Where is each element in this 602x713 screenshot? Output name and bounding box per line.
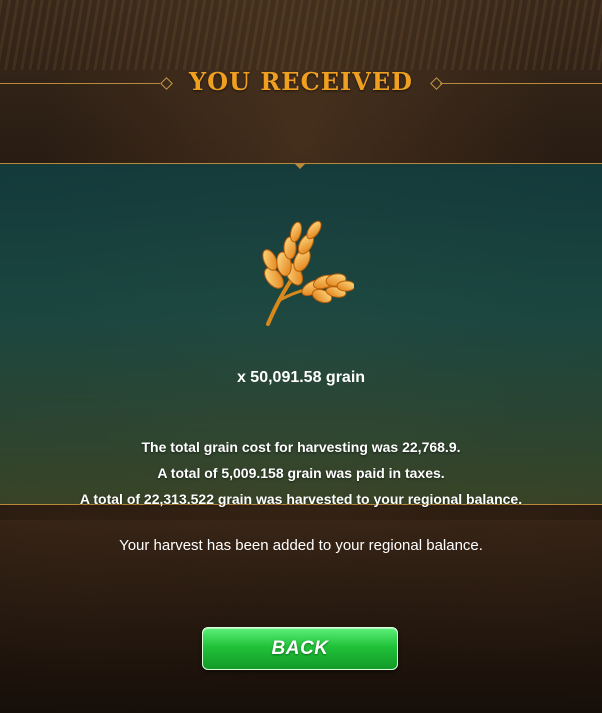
header-divider-right <box>440 83 602 84</box>
back-button[interactable]: BACK <box>202 627 398 670</box>
panel-notch-icon <box>294 163 306 169</box>
harvest-note: Your harvest has been added to your regi… <box>119 537 483 554</box>
reward-amount: x 50,091.58 grain <box>236 369 366 386</box>
wheat-grain-icon <box>262 220 354 326</box>
back-button-label: BACK <box>271 637 329 659</box>
dialog-title: YOU RECEIVED <box>189 67 413 96</box>
reward-panel: x 50,091.58 grain The total grain cost f… <box>0 163 602 507</box>
harvest-cost-line: The total grain cost for harvesting was … <box>141 439 461 455</box>
harvest-details: The total grain cost for harvesting was … <box>0 434 602 512</box>
dialog-header: YOU RECEIVED <box>0 55 602 105</box>
harvested-balance-line: A total of 22,313.522 grain was harveste… <box>79 491 523 507</box>
tax-paid-line: A total of 5,009.158 grain was paid in t… <box>157 465 445 481</box>
